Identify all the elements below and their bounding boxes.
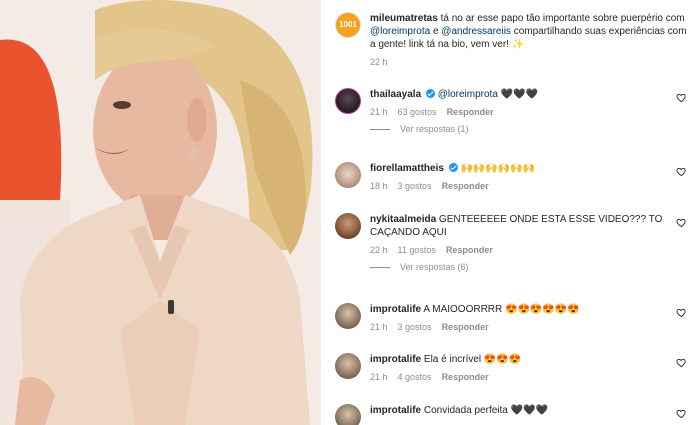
view-replies-label: Ver respostas (1)	[400, 124, 469, 134]
heart-icon[interactable]	[676, 166, 687, 177]
comment-username[interactable]: nykitaalmeida	[370, 214, 436, 225]
comment-meta: 21 h 4 gostos Responder	[370, 372, 691, 382]
comment-meta: 21 h 63 gostos Responder	[370, 107, 691, 117]
heart-icon[interactable]	[676, 408, 687, 419]
comment-meta: 18 h 3 gostos Responder	[370, 181, 691, 191]
commenter-avatar[interactable]	[335, 88, 361, 114]
comment-time[interactable]: 22 h	[370, 245, 388, 255]
comment-likes[interactable]: 3 gostos	[398, 181, 432, 191]
reply-button[interactable]: Responder	[442, 322, 489, 332]
comment: improtalife Convidada perfeita 🖤🖤🖤	[335, 404, 691, 425]
comment-username[interactable]: improtalife	[370, 354, 421, 365]
comment-username[interactable]: thailaayala	[370, 89, 421, 100]
comment: nykitaalmeida GENTEEEEEE ONDE ESTA ESSE …	[335, 213, 691, 272]
author-logo-text: 1001	[339, 20, 357, 29]
comments-panel: 1001 mileumatretas tá no ar esse papo tã…	[320, 0, 700, 425]
author-avatar[interactable]: 1001	[335, 12, 361, 38]
comment-body: A MAIOOORRRR 😍😍😍😍😍😍	[421, 304, 580, 315]
comment-username[interactable]: improtalife	[370, 304, 421, 315]
caption-text: mileumatretas tá no ar esse papo tão imp…	[370, 12, 691, 51]
comment-text: fiorellamattheis 🙌🙌🙌🙌🙌🙌	[370, 162, 667, 175]
comment-body: Convidada perfeita 🖤🖤🖤	[421, 405, 548, 416]
verified-badge-icon	[448, 163, 458, 172]
post-image-illustration	[0, 0, 320, 425]
commenter-avatar[interactable]	[335, 303, 361, 329]
heart-icon[interactable]	[676, 92, 687, 103]
comment-text: improtalife Convidada perfeita 🖤🖤🖤	[370, 404, 667, 417]
comment-text: improtalife A MAIOOORRRR 😍😍😍😍😍😍	[370, 303, 667, 316]
comment-username[interactable]: improtalife	[370, 405, 421, 416]
comment-meta: 21 h 3 gostos Responder	[370, 322, 691, 332]
caption-time[interactable]: 22 h	[370, 57, 388, 67]
comment-time[interactable]: 21 h	[370, 322, 388, 332]
comment: improtalife Ela é incrível 😍😍😍 21 h 4 go…	[335, 353, 691, 382]
comment-time[interactable]: 18 h	[370, 181, 388, 191]
comment-meta: 22 h 11 gostos Responder	[370, 245, 691, 255]
caption-mention[interactable]: @loreimprota	[370, 26, 430, 37]
comment-text: improtalife Ela é incrível 😍😍😍	[370, 353, 667, 366]
caption-mention[interactable]: @andressareiis	[441, 26, 511, 37]
view-replies-label: Ver respostas (6)	[400, 262, 469, 272]
heart-icon[interactable]	[676, 307, 687, 318]
comment: improtalife A MAIOOORRRR 😍😍😍😍😍😍 21 h 3 g…	[335, 303, 691, 332]
reply-button[interactable]: Responder	[442, 372, 489, 382]
comment-likes[interactable]: 4 gostos	[398, 372, 432, 382]
commenter-avatar[interactable]	[335, 353, 361, 379]
verified-badge-icon	[425, 89, 435, 98]
comment-text: thailaayala @loreimprota 🖤🖤🖤	[370, 88, 667, 101]
comment-time[interactable]: 21 h	[370, 107, 388, 117]
comment-text: nykitaalmeida GENTEEEEEE ONDE ESTA ESSE …	[370, 213, 667, 239]
commenter-avatar[interactable]	[335, 404, 361, 425]
comment: thailaayala @loreimprota 🖤🖤🖤 21 h 63 gos…	[335, 88, 691, 134]
caption-meta: 22 h	[370, 57, 691, 67]
post-caption: 1001 mileumatretas tá no ar esse papo tã…	[335, 12, 691, 67]
comment-body: Ela é incrível 😍😍😍	[421, 354, 522, 365]
view-replies-button[interactable]: Ver respostas (1)	[370, 124, 691, 134]
comment-username[interactable]: fiorellamattheis	[370, 163, 444, 174]
comment-body: 🙌🙌🙌🙌🙌🙌	[457, 163, 536, 174]
caption-username[interactable]: mileumatretas	[370, 13, 438, 24]
commenter-avatar[interactable]	[335, 213, 361, 239]
reply-button[interactable]: Responder	[442, 181, 489, 191]
commenter-avatar[interactable]	[335, 162, 361, 188]
reply-button[interactable]: Responder	[447, 107, 494, 117]
comment: fiorellamattheis 🙌🙌🙌🙌🙌🙌 18 h 3 gostos Re…	[335, 162, 691, 191]
post-image[interactable]	[0, 0, 320, 425]
comment-mention[interactable]: @loreimprota	[438, 89, 498, 100]
divider-line	[370, 266, 390, 268]
comment-likes[interactable]: 3 gostos	[398, 322, 432, 332]
divider-line	[370, 128, 390, 130]
caption-text-part: tá no ar esse papo tão importante sobre …	[437, 13, 685, 24]
heart-icon[interactable]	[676, 217, 687, 228]
comment-likes[interactable]: 11 gostos	[398, 245, 436, 255]
comment-body: 🖤🖤🖤	[497, 89, 539, 100]
heart-icon[interactable]	[676, 357, 687, 368]
comment-likes[interactable]: 63 gostos	[398, 107, 437, 117]
comment-time[interactable]: 21 h	[370, 372, 388, 382]
caption-text-part: e	[430, 26, 442, 37]
reply-button[interactable]: Responder	[446, 245, 493, 255]
view-replies-button[interactable]: Ver respostas (6)	[370, 262, 691, 272]
